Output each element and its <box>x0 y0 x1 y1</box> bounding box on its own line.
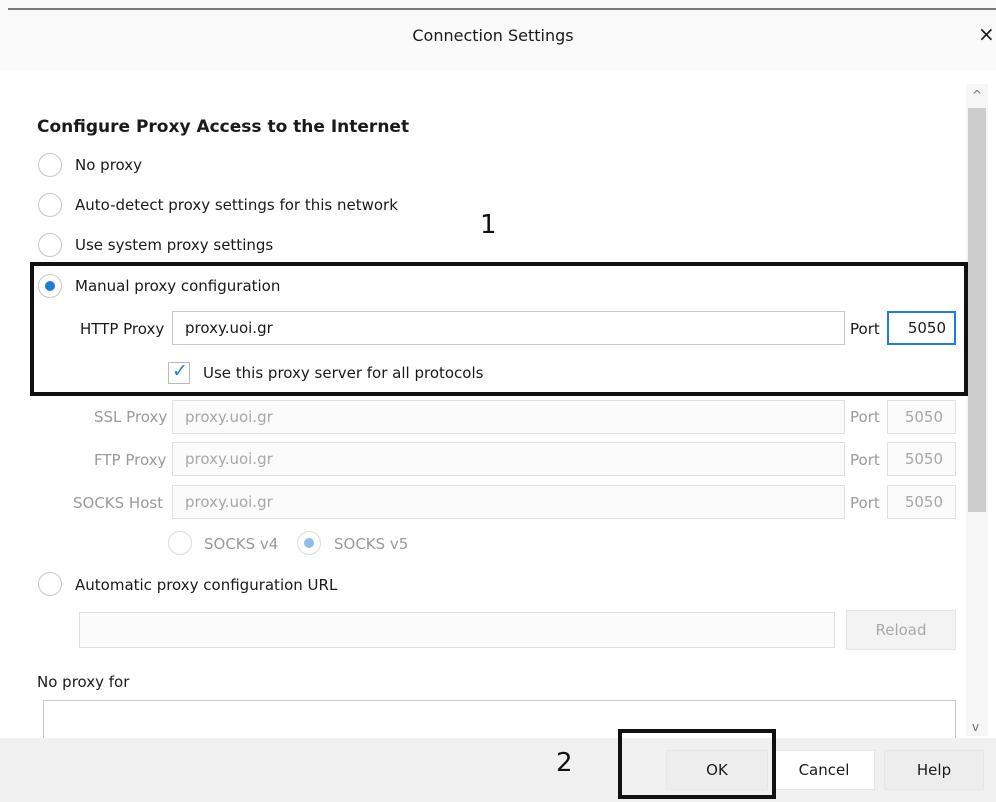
annotation-box-2 <box>618 729 776 799</box>
label-system-proxy[interactable]: Use system proxy settings <box>75 236 273 254</box>
label-ssl-port: Port <box>850 408 880 426</box>
scroll-down-icon[interactable]: v <box>972 720 979 734</box>
radio-auto-detect[interactable] <box>38 193 62 217</box>
ssl-proxy-input[interactable]: proxy.uoi.gr <box>172 400 845 434</box>
dialog-title: Connection Settings <box>412 26 574 45</box>
title-bar-border <box>8 8 996 10</box>
help-button[interactable]: Help <box>884 750 984 790</box>
radio-no-proxy[interactable] <box>38 153 62 177</box>
ftp-proxy-input[interactable]: proxy.uoi.gr <box>172 442 845 476</box>
annotation-number-2: 2 <box>556 748 573 778</box>
label-auto-url[interactable]: Automatic proxy configuration URL <box>75 576 337 594</box>
radio-socks-v4[interactable] <box>168 531 192 555</box>
no-proxy-for-textarea[interactable] <box>43 700 956 740</box>
radio-system-proxy[interactable] <box>38 233 62 257</box>
close-icon[interactable]: × <box>978 22 996 46</box>
section-title: Configure Proxy Access to the Internet <box>37 117 410 137</box>
ftp-port-input[interactable]: 5050 <box>887 442 956 476</box>
label-no-proxy-for: No proxy for <box>37 673 130 691</box>
label-auto-detect[interactable]: Auto-detect proxy settings for this netw… <box>75 196 398 214</box>
reload-button[interactable]: Reload <box>846 610 956 650</box>
ssl-port-input[interactable]: 5050 <box>887 400 956 434</box>
scroll-up-icon[interactable]: ^ <box>972 88 982 102</box>
socks-host-input[interactable]: proxy.uoi.gr <box>172 485 845 519</box>
label-ssl-proxy: SSL Proxy <box>94 408 168 426</box>
radio-socks-v5[interactable] <box>297 531 321 555</box>
radio-auto-url[interactable] <box>38 572 62 596</box>
label-socks-port: Port <box>850 494 880 512</box>
socks-port-input[interactable]: 5050 <box>887 485 956 519</box>
auto-url-input[interactable] <box>79 612 835 648</box>
annotation-box-1 <box>30 262 968 396</box>
cancel-button[interactable]: Cancel <box>773 750 875 790</box>
annotation-number-1: 1 <box>480 210 497 240</box>
label-socks-host: SOCKS Host <box>73 494 164 512</box>
label-socks-v4[interactable]: SOCKS v4 <box>204 535 278 553</box>
scrollbar-thumb[interactable] <box>968 108 986 512</box>
label-socks-v5[interactable]: SOCKS v5 <box>334 535 408 553</box>
label-ftp-port: Port <box>850 451 880 469</box>
label-no-proxy[interactable]: No proxy <box>75 156 142 174</box>
label-ftp-proxy: FTP Proxy <box>94 451 167 469</box>
